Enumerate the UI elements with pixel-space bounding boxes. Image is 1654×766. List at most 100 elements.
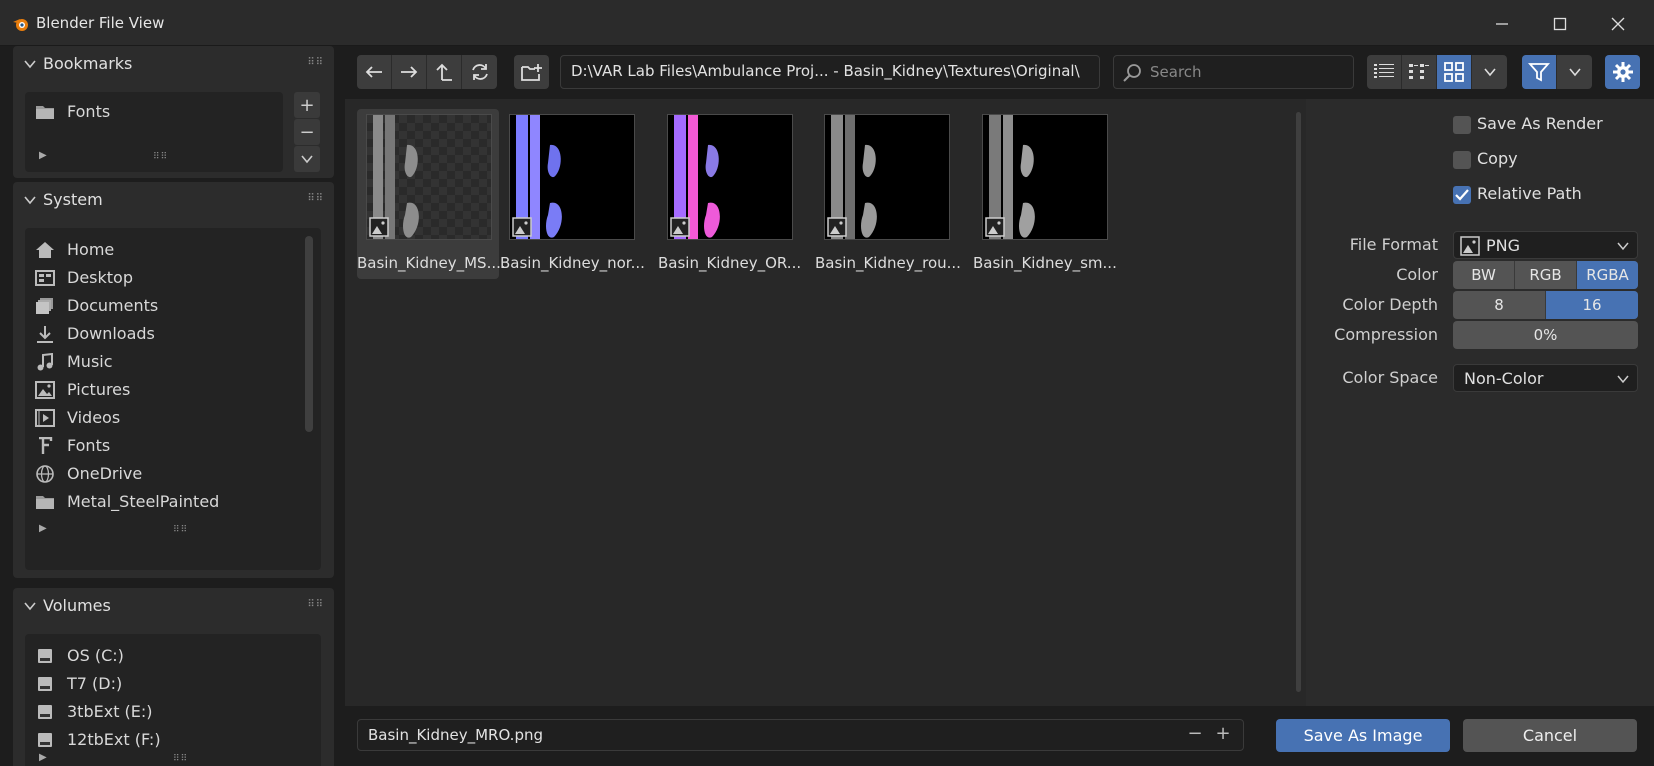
folder-icon	[36, 496, 54, 509]
system-item-documents[interactable]: Documents	[25, 292, 321, 320]
file-thumbnail[interactable]: Basin_Kidney_sm...	[973, 109, 1117, 279]
checkbox-box	[1453, 116, 1471, 134]
system-item-downloads[interactable]: Downloads	[25, 320, 321, 348]
file-thumbnail[interactable]: Basin_Kidney_OR...	[658, 109, 802, 279]
file-name: Basin_Kidney_sm...	[973, 254, 1117, 272]
system-header[interactable]: System ⠿⠿	[13, 182, 334, 218]
filter-toggle-button[interactable]	[1522, 55, 1557, 89]
documents-icon	[36, 298, 53, 314]
video-icon	[35, 409, 55, 427]
compression-label: Compression	[1334, 325, 1438, 344]
depth-8-option[interactable]: 8	[1453, 291, 1546, 319]
minimize-icon	[1496, 23, 1508, 25]
refresh-button[interactable]	[462, 55, 497, 89]
minimize-button[interactable]	[1482, 10, 1522, 38]
checkbox-box	[1453, 151, 1471, 169]
drag-grip-icon[interactable]: ⠿⠿	[307, 193, 324, 204]
search-placeholder: Search	[1150, 63, 1202, 81]
save-as-image-button[interactable]: Save As Image	[1276, 719, 1450, 752]
file-name: Basin_Kidney_OR...	[658, 254, 802, 272]
resize-grip-icon[interactable]: ⠿⠿	[173, 754, 188, 764]
file-format-dropdown[interactable]: PNG	[1453, 231, 1638, 259]
color-rgb-option[interactable]: RGB	[1515, 261, 1577, 289]
filter-settings-dropdown[interactable]	[1557, 55, 1592, 89]
add-bookmark-button[interactable]: +	[294, 92, 320, 118]
increment-filename-button[interactable]: +	[1211, 723, 1235, 747]
new-folder-button[interactable]	[514, 55, 549, 89]
color-bw-option[interactable]: BW	[1453, 261, 1515, 289]
drag-grip-icon[interactable]: ⠿⠿	[307, 599, 324, 610]
bookmark-item-fonts[interactable]: Fonts	[25, 98, 283, 126]
drive-icon	[38, 677, 52, 691]
grid-icon	[1444, 62, 1464, 82]
image-file-icon	[512, 217, 532, 237]
volume-item-f[interactable]: 12tbExt (F:)	[25, 726, 321, 754]
sidebar: Bookmarks ⠿⠿ Fonts ▶ ⠿⠿ + − System ⠿⠿ Ho…	[13, 46, 334, 766]
drag-grip-icon[interactable]: ⠿⠿	[307, 57, 324, 68]
chevron-down-icon	[301, 155, 313, 164]
filename-input[interactable]: Basin_Kidney_MRO.png − +	[357, 719, 1244, 751]
system-item-videos[interactable]: Videos	[25, 404, 321, 432]
decrement-filename-button[interactable]: −	[1183, 723, 1207, 747]
depth-16-option[interactable]: 16	[1546, 291, 1638, 319]
compression-slider[interactable]: 0%	[1453, 321, 1638, 349]
bookmarks-header[interactable]: Bookmarks ⠿⠿	[13, 46, 334, 82]
expand-triangle-icon[interactable]: ▶	[39, 752, 47, 763]
close-button[interactable]	[1598, 10, 1638, 38]
volume-label: 3tbExt (E:)	[67, 702, 153, 721]
option-labels: File Format Color Color Depth Compressio…	[1306, 0, 1438, 766]
folder-icon	[36, 106, 54, 119]
file-thumbnail[interactable]: Basin_Kidney_MS....	[357, 109, 506, 279]
pictures-icon	[35, 381, 55, 399]
bookmark-options-button[interactable]	[294, 146, 320, 172]
resize-grip-icon[interactable]: ⠿⠿	[173, 525, 188, 535]
directory-path-input[interactable]: D:\VAR Lab Files\Ambulance Proj... - Bas…	[560, 55, 1100, 89]
back-button[interactable]	[357, 55, 392, 89]
checkbox-label: Relative Path	[1477, 184, 1582, 203]
cancel-button[interactable]: Cancel	[1463, 719, 1637, 752]
options-panel-button[interactable]	[1605, 55, 1640, 89]
system-item-desktop[interactable]: Desktop	[25, 264, 321, 292]
chevron-down-icon	[24, 602, 36, 611]
parent-directory-button[interactable]	[427, 55, 462, 89]
system-item-music[interactable]: Music	[25, 348, 321, 376]
file-name: Basin_Kidney_nor...	[500, 254, 645, 272]
volume-item-d[interactable]: T7 (D:)	[25, 670, 321, 698]
image-file-icon	[1460, 236, 1480, 256]
remove-bookmark-button[interactable]: −	[294, 119, 320, 145]
image-file-icon	[827, 217, 847, 237]
volume-item-e[interactable]: 3tbExt (E:)	[25, 698, 321, 726]
system-item-fonts[interactable]: Fonts	[25, 432, 321, 460]
system-item-home[interactable]: Home	[25, 236, 321, 264]
chevron-down-icon	[1617, 242, 1629, 251]
system-item-label: Metal_SteelPainted	[67, 492, 220, 511]
system-item-metal-steelpainted[interactable]: Metal_SteelPainted	[25, 488, 321, 516]
volumes-header[interactable]: Volumes ⠿⠿	[13, 588, 334, 624]
file-thumbnail[interactable]: Basin_Kidney_nor...	[500, 109, 645, 279]
file-browser-area: Basin_Kidney_MS.... Basin_Kidney_nor... …	[345, 99, 1306, 706]
bookmarks-list: Fonts ▶ ⠿⠿	[25, 92, 283, 172]
bookmarks-title: Bookmarks	[43, 54, 133, 73]
volume-item-c[interactable]: OS (C:)	[25, 642, 321, 670]
volume-label: OS (C:)	[67, 646, 124, 665]
maximize-button[interactable]	[1540, 10, 1580, 38]
resize-grip-icon[interactable]: ⠿⠿	[153, 152, 168, 162]
thumbnails-button[interactable]	[1437, 55, 1472, 89]
file-area-scrollbar[interactable]	[1296, 112, 1301, 692]
blender-logo-icon	[13, 19, 28, 31]
color-rgba-option[interactable]: RGBA	[1577, 261, 1638, 289]
expand-triangle-icon[interactable]: ▶	[39, 150, 47, 161]
volumes-list: OS (C:) T7 (D:) 3tbExt (E:) 12tbExt (F:)…	[25, 634, 321, 766]
system-scrollbar[interactable]	[305, 236, 313, 432]
refresh-icon	[471, 64, 488, 80]
download-icon	[37, 326, 53, 343]
display-settings-dropdown[interactable]	[1472, 55, 1507, 89]
font-icon	[39, 437, 53, 454]
system-item-onedrive[interactable]: OneDrive	[25, 460, 321, 488]
maximize-icon	[1553, 17, 1567, 31]
color-space-dropdown[interactable]: Non-Color	[1453, 364, 1638, 392]
system-item-pictures[interactable]: Pictures	[25, 376, 321, 404]
file-thumbnail[interactable]: Basin_Kidney_rou...	[815, 109, 961, 279]
forward-button[interactable]	[392, 55, 427, 89]
expand-triangle-icon[interactable]: ▶	[39, 523, 47, 534]
